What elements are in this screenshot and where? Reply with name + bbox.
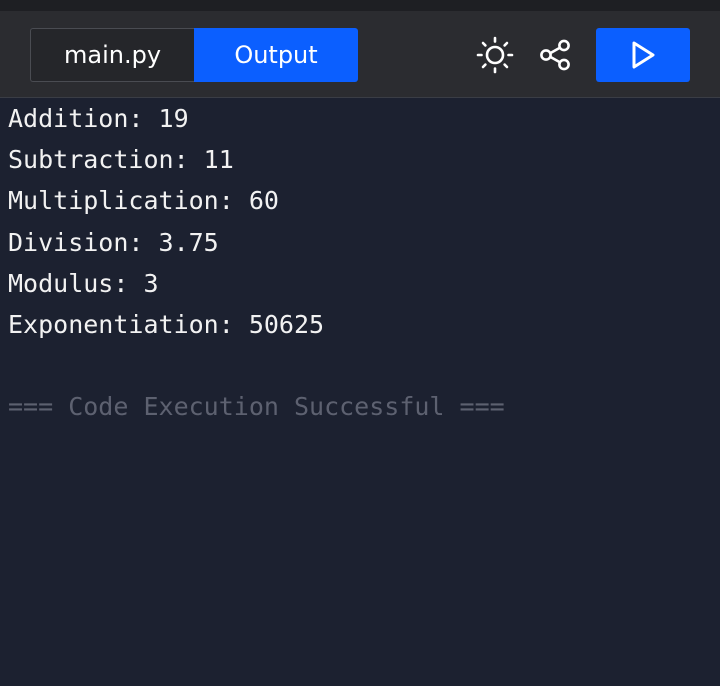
output-panel: Addition: 19 Subtraction: 11 Multiplicat… <box>8 99 720 429</box>
play-icon <box>632 41 655 69</box>
tab-output[interactable]: Output <box>194 28 358 82</box>
output-line: Exponentiation: 50625 <box>8 309 325 339</box>
theme-toggle-button[interactable] <box>475 36 515 74</box>
output-blank-line <box>8 346 720 387</box>
output-line: Division: 3.75 <box>8 227 219 257</box>
output-line: Multiplication: 60 <box>8 186 279 216</box>
compiler-app: main.py Output Addition: 19 Subtraction:… <box>0 0 720 686</box>
sun-icon <box>476 36 514 74</box>
output-line: Subtraction: 11 <box>8 145 234 175</box>
output-line: Modulus: 3 <box>8 268 159 298</box>
output-line: Addition: 19 <box>8 104 189 133</box>
share-button[interactable] <box>535 36 575 74</box>
execution-status: === Code Execution Successful === <box>8 392 505 422</box>
run-button[interactable] <box>596 28 690 82</box>
tab-main-py[interactable]: main.py <box>30 28 194 82</box>
top-strip <box>0 0 720 11</box>
toolbar: main.py Output <box>0 11 720 98</box>
share-icon <box>540 39 570 71</box>
